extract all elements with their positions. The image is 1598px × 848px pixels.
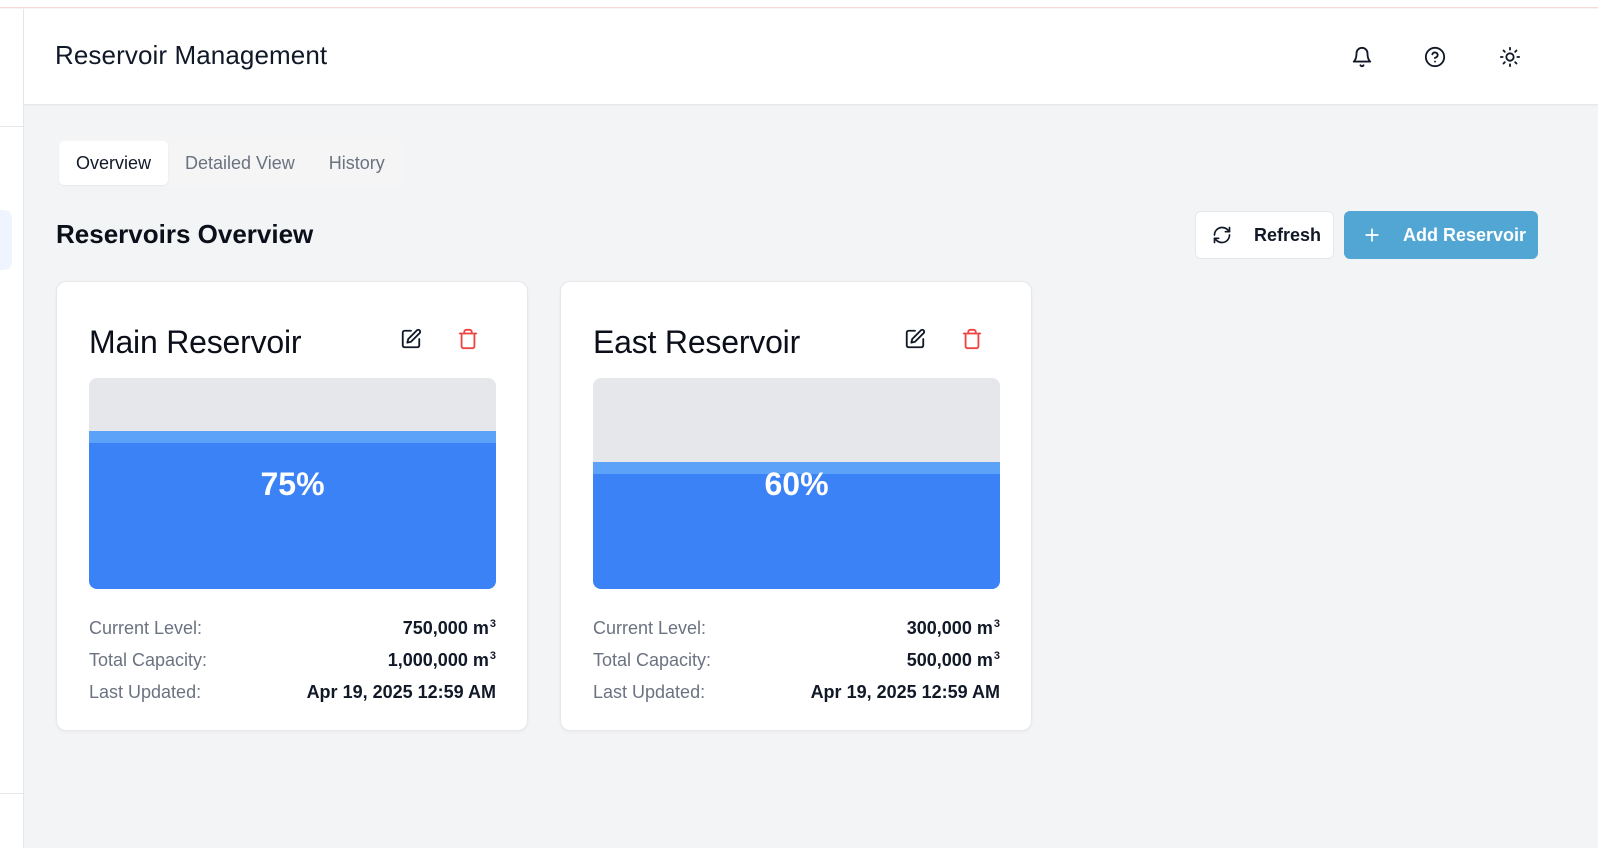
stat-value: 750,000 m3: [402, 617, 496, 638]
reservoir-name: Main Reservoir: [89, 324, 302, 360]
edit-icon[interactable]: [398, 326, 424, 352]
sidebar-active-item[interactable]: [0, 210, 12, 270]
sidebar-divider: [0, 793, 23, 794]
view-tabs: Overview Detailed View History: [56, 138, 405, 188]
bell-icon[interactable]: [1348, 43, 1376, 71]
trash-icon[interactable]: [959, 326, 985, 352]
add-reservoir-label: Add Reservoir: [1403, 224, 1527, 245]
sidebar-divider: [0, 126, 23, 127]
fill-percentage: 75%: [260, 466, 325, 502]
plus-icon: [1365, 228, 1379, 242]
app-header: Reservoir Management: [24, 9, 1598, 105]
stat-label: Last Updated:: [89, 681, 202, 702]
stat-label: Current Level:: [89, 617, 203, 638]
stat-row-total-capacity: Total Capacity: 500,000 m3: [593, 644, 1000, 676]
refresh-icon: [1213, 226, 1231, 244]
reservoir-card: East Reservoir 60% Current Level: 300,00…: [560, 281, 1032, 731]
stat-value: 300,000 m3: [906, 617, 1000, 638]
tab-detailed-view[interactable]: Detailed View: [168, 141, 312, 185]
reservoir-card: Main Reservoir 75% Current Level: 750,00…: [56, 281, 528, 731]
stat-row-current-level: Current Level: 750,000 m3: [89, 612, 496, 644]
help-circle-icon[interactable]: [1421, 43, 1449, 71]
reservoir-stats: Current Level: 300,000 m3 Total Capacity…: [593, 612, 1000, 708]
edit-icon[interactable]: [902, 326, 928, 352]
sun-icon[interactable]: [1496, 43, 1524, 71]
water-level-gauge: 60%: [593, 378, 1000, 589]
water-fill: [89, 430, 496, 589]
tab-overview[interactable]: Overview: [59, 141, 169, 185]
refresh-label: Refresh: [1254, 224, 1322, 245]
sidebar: [0, 9, 24, 848]
stat-label: Last Updated:: [593, 681, 706, 702]
app-title: Reservoir Management: [55, 40, 328, 70]
stat-value: 500,000 m3: [906, 649, 1000, 670]
section-title: Reservoirs Overview: [56, 219, 314, 249]
refresh-button[interactable]: Refresh: [1195, 211, 1334, 259]
trash-icon[interactable]: [455, 326, 481, 352]
add-reservoir-button[interactable]: Add Reservoir: [1344, 211, 1538, 259]
tab-history[interactable]: History: [312, 141, 402, 185]
stat-label: Current Level:: [593, 617, 707, 638]
reservoir-stats: Current Level: 750,000 m3 Total Capacity…: [89, 612, 496, 708]
stat-value: Apr 19, 2025 12:59 AM: [810, 681, 1000, 702]
stat-label: Total Capacity:: [593, 649, 712, 670]
stat-row-total-capacity: Total Capacity: 1,000,000 m3: [89, 644, 496, 676]
fill-percentage: 60%: [764, 466, 829, 502]
stat-row-current-level: Current Level: 300,000 m3: [593, 612, 1000, 644]
reservoir-name: East Reservoir: [593, 324, 801, 360]
stat-value: 1,000,000 m3: [387, 649, 496, 670]
stat-row-last-updated: Last Updated: Apr 19, 2025 12:59 AM: [89, 676, 496, 708]
stat-label: Total Capacity:: [89, 649, 208, 670]
top-accent-line: [0, 0, 1598, 8]
stat-row-last-updated: Last Updated: Apr 19, 2025 12:59 AM: [593, 676, 1000, 708]
water-level-gauge: 75%: [89, 378, 496, 589]
water-surface: [89, 430, 496, 443]
stat-value: Apr 19, 2025 12:59 AM: [306, 681, 496, 702]
